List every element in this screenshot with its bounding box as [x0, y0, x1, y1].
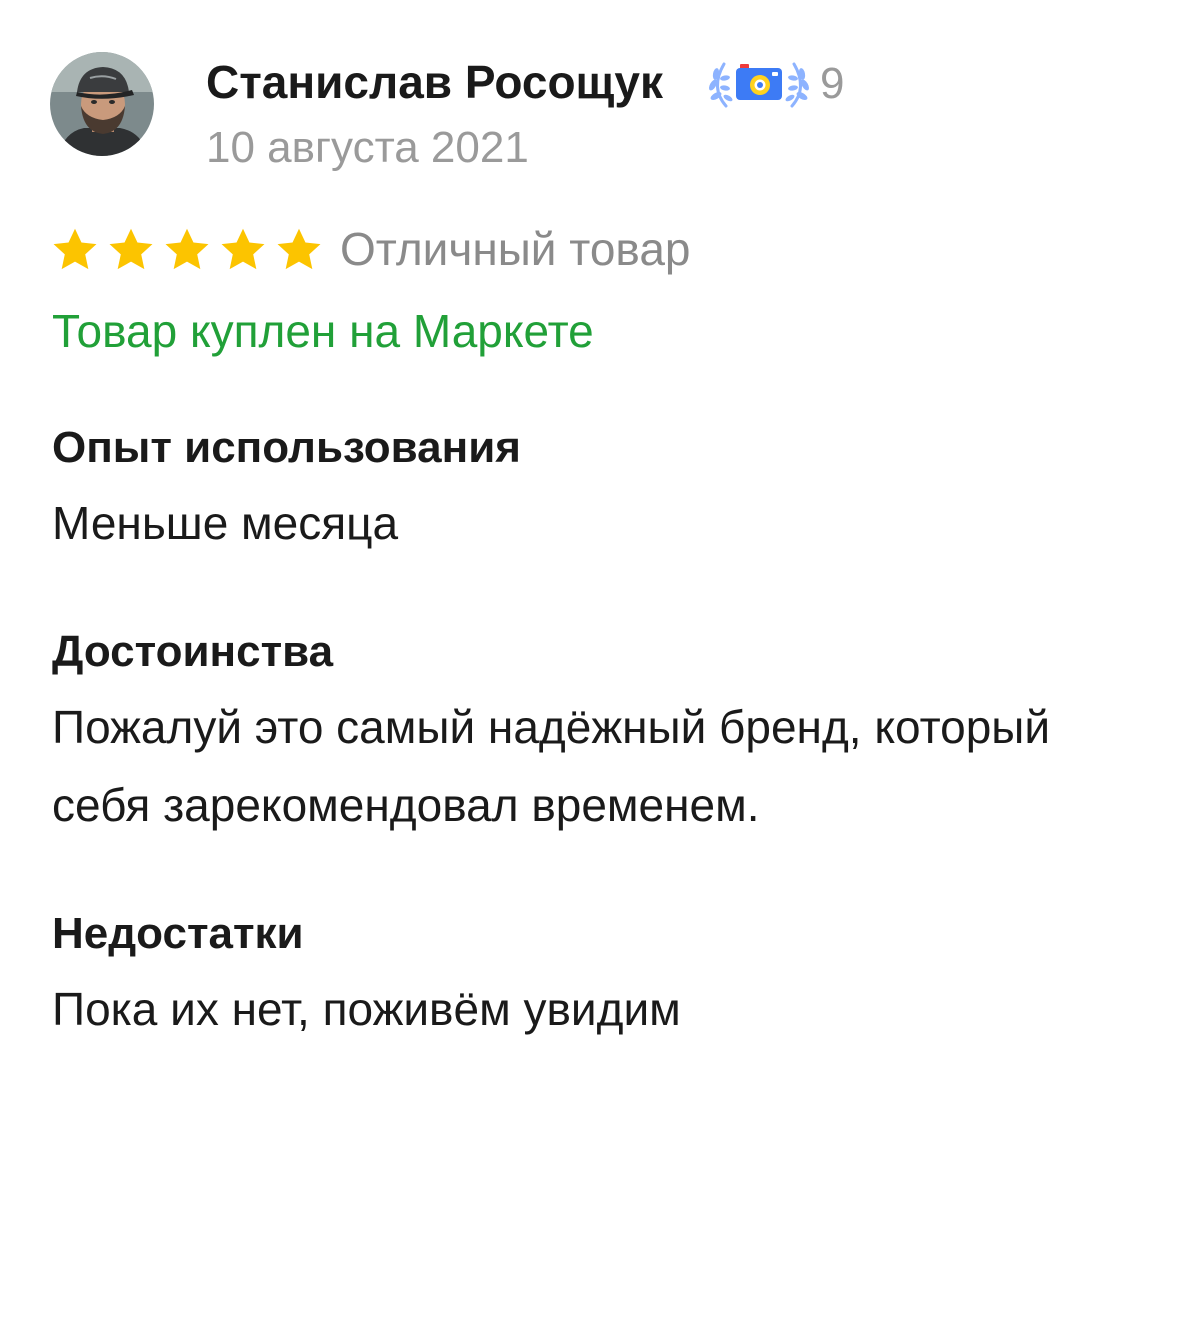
pros-text: Пожалуй это самый надёжный бренд, которы…: [52, 701, 1051, 831]
camera-laurel-badge-icon[interactable]: [704, 58, 814, 110]
star-icon: [221, 228, 265, 270]
star-icon: [165, 228, 209, 270]
author-name[interactable]: Станислав Росощук: [206, 52, 663, 112]
review-date: 10 августа 2021: [206, 123, 529, 172]
star-icon: [53, 228, 97, 270]
experience-heading: Опыт использования: [52, 423, 521, 472]
star-icon: [277, 228, 321, 270]
purchase-note: Товар куплен на Маркете: [52, 305, 594, 357]
review-card: Станислав Росощук 9 10 августа 2021 Отли…: [0, 0, 1200, 1340]
star-icon: [109, 228, 153, 270]
cons-heading: Недостатки: [52, 909, 304, 958]
avatar-photo: [50, 52, 154, 156]
rating-label: Отличный товар: [340, 223, 691, 275]
star-rating: [50, 222, 330, 278]
badge-count: 9: [820, 59, 845, 108]
cons-text: Пока их нет, поживём увидим: [52, 983, 681, 1035]
experience-text: Меньше месяца: [52, 497, 399, 549]
avatar[interactable]: [50, 52, 154, 156]
pros-heading: Достоинства: [52, 627, 334, 676]
